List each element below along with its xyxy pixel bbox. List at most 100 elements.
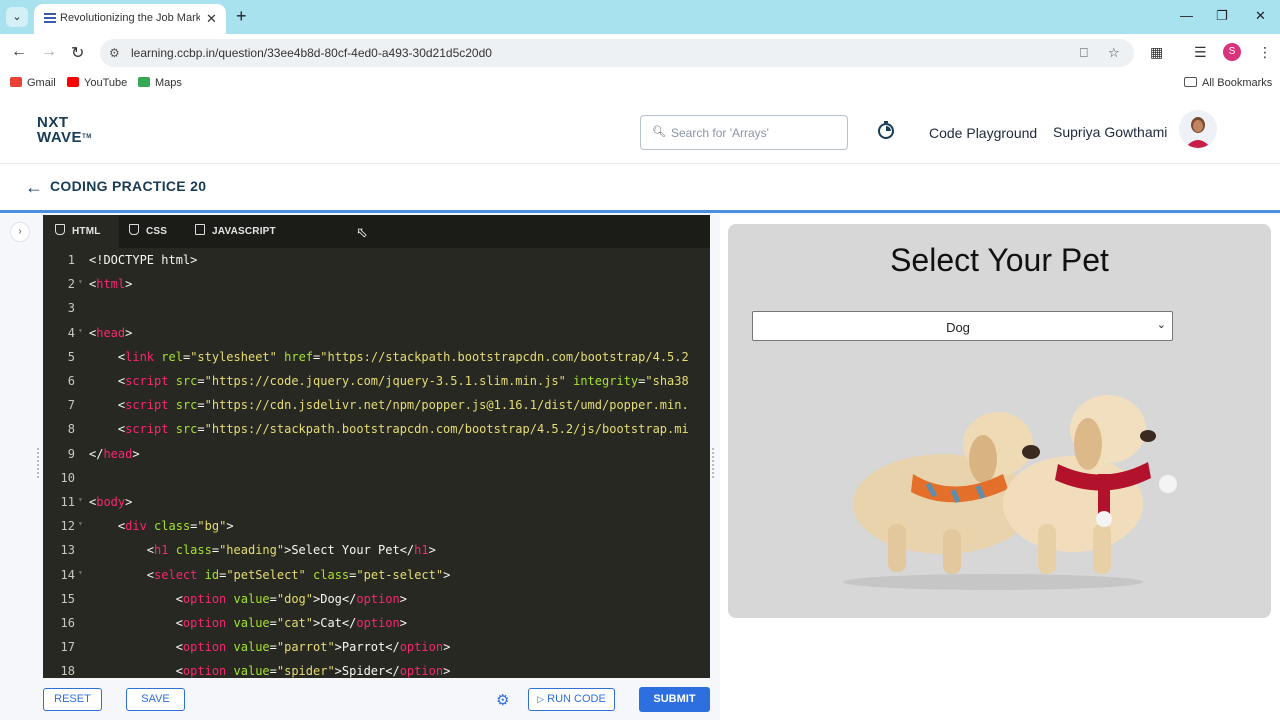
code-text: <head> — [89, 325, 133, 340]
settings-gear-icon[interactable]: ⚙ — [496, 691, 509, 709]
code-line[interactable]: 16 <option value="cat">Cat</option> — [43, 616, 710, 640]
code-line[interactable]: 10 — [43, 471, 710, 495]
back-icon[interactable]: ← — [11, 43, 27, 61]
line-number: 1 — [67, 253, 75, 267]
close-tab-icon[interactable]: ✕ — [206, 11, 217, 27]
reset-button[interactable]: RESET — [43, 688, 102, 711]
code-line[interactable]: 1 <!DOCTYPE html> — [43, 253, 710, 277]
code-playground-link[interactable]: Code Playground — [929, 125, 1037, 141]
restore-icon[interactable]: ❐ — [1216, 8, 1228, 24]
line-number: 14 — [60, 567, 75, 582]
code-line[interactable]: 6 <script src="https://code.jquery.com/j… — [43, 374, 710, 398]
line-number: 6 — [67, 374, 75, 388]
address-bar[interactable]: ⚙ learning.ccbp.in/question/33ee4b8d-80c… — [100, 39, 1134, 67]
submit-button[interactable]: SUBMIT — [639, 687, 710, 712]
code-line[interactable]: 11 ▾ <body> — [43, 495, 710, 519]
close-window-icon[interactable]: ✕ — [1255, 8, 1266, 24]
play-icon: ▷ — [537, 694, 545, 704]
code-text: <h1 class="heading">Select Your Pet</h1> — [89, 543, 436, 558]
left-drag-handle[interactable] — [37, 448, 40, 478]
user-avatar[interactable] — [1179, 110, 1217, 148]
javascript-file-icon — [195, 224, 205, 235]
code-text: <option value="dog">Dog</option> — [89, 591, 407, 606]
fold-toggle-icon[interactable]: ▾ — [78, 519, 83, 528]
code-area[interactable]: 1 <!DOCTYPE html> 2 ▾ <html> 3 4 ▾ <head> 5 <link… — [43, 248, 710, 678]
splitter-drag-handle[interactable] — [712, 448, 715, 478]
search-placeholder: Search for 'Arrays' — [671, 126, 769, 140]
line-number: 9 — [67, 446, 75, 461]
search-icon: 🔍︎ — [652, 126, 666, 138]
fold-toggle-icon[interactable]: ▾ — [78, 495, 83, 504]
output-panel: Select Your Pet Dog ⌄ — [720, 215, 1280, 720]
code-line[interactable]: 13 <h1 class="heading">Select Your Pet</… — [43, 543, 710, 567]
code-line[interactable]: 2 ▾ <html> — [43, 277, 710, 301]
code-line[interactable]: 9 </head> — [43, 447, 710, 471]
save-button[interactable]: SAVE — [126, 688, 185, 711]
tab-javascript[interactable]: JAVASCRIPT — [195, 215, 295, 248]
code-text: <body> — [89, 495, 133, 509]
code-line[interactable]: 17 <option value="parrot">Parrot</option… — [43, 640, 710, 664]
code-line[interactable]: 3 — [43, 301, 710, 325]
tab-search-chevron-icon[interactable]: ⌄ — [6, 7, 28, 27]
code-editor[interactable]: HTML CSS JAVASCRIPT ⬁ 1 <!DOCTYPE html> 2 ▾… — [43, 215, 710, 678]
browser-tab[interactable]: Revolutionizing the Job Market ✕ — [34, 4, 226, 34]
nxtwave-logo[interactable]: NXT WAVETM — [37, 115, 92, 145]
expand-panel-chevron-icon[interactable]: › — [10, 222, 30, 242]
site-info-icon[interactable]: ⚙ — [109, 46, 120, 60]
bookmark-youtube[interactable]: YouTube — [67, 77, 127, 89]
code-text: <link rel="stylesheet" href="https://sta… — [89, 349, 689, 364]
forward-icon[interactable]: → — [41, 43, 57, 61]
code-line[interactable]: 7 <script src="https://cdn.jsdelivr.net/… — [43, 398, 710, 422]
editor-action-bar: RESET SAVE ⚙ ▷ RUN CODE SUBMIT — [43, 680, 710, 716]
editor-tabs: HTML CSS JAVASCRIPT ⬁ — [43, 215, 710, 248]
install-app-icon[interactable]: ⎕ — [1080, 45, 1088, 61]
new-tab-plus-icon[interactable]: + — [236, 6, 247, 26]
line-number: 13 — [60, 543, 75, 558]
tab-html[interactable]: HTML — [43, 215, 119, 248]
bookmark-star-icon[interactable]: ☆ — [1108, 45, 1120, 61]
browser-tabstrip: ⌄ Revolutionizing the Job Market ✕ + — ❐… — [0, 0, 1280, 34]
search-input[interactable]: 🔍︎ Search for 'Arrays' — [640, 115, 848, 150]
all-bookmarks[interactable]: All Bookmarks — [1184, 77, 1272, 89]
fold-toggle-icon[interactable]: ▾ — [78, 326, 83, 335]
reload-icon[interactable]: ↻ — [71, 43, 84, 63]
line-number: 8 — [67, 422, 75, 437]
line-number: 18 — [60, 664, 75, 678]
url-text: learning.ccbp.in/question/33ee4b8d-80cf-… — [131, 46, 492, 60]
extensions-icon[interactable]: ▦ — [1150, 44, 1163, 61]
profile-avatar[interactable]: S — [1223, 43, 1241, 61]
chevron-down-icon: ⌄ — [1156, 319, 1166, 331]
code-line[interactable]: 12 ▾ <div class="bg"> — [43, 519, 710, 543]
line-number: 5 — [67, 349, 75, 364]
code-text: <select id="petSelect" class="pet-select… — [89, 567, 451, 582]
line-number: 7 — [67, 398, 75, 413]
bookmark-maps[interactable]: Maps — [138, 77, 182, 89]
gmail-icon — [10, 77, 22, 87]
code-line[interactable]: 14 ▾ <select id="petSelect" class="pet-se… — [43, 568, 710, 592]
code-line[interactable]: 15 <option value="dog">Dog</option> — [43, 592, 710, 616]
tab-title: Revolutionizing the Job Market — [60, 12, 200, 24]
bookmark-gmail[interactable]: Gmail — [10, 77, 56, 89]
youtube-icon — [67, 77, 79, 87]
run-code-button[interactable]: ▷ RUN CODE — [528, 688, 615, 711]
line-number: 3 — [67, 301, 75, 316]
practice-title: CODING PRACTICE 20 — [50, 178, 207, 194]
back-arrow-icon[interactable]: ← — [25, 177, 43, 198]
media-controls-icon[interactable]: ☰ — [1194, 44, 1207, 61]
site-header: NXT WAVETM 🔍︎ Search for 'Arrays' Code P… — [0, 96, 1280, 164]
line-number: 15 — [60, 591, 75, 606]
code-line[interactable]: 18 <option value="spider">Spider</option… — [43, 664, 710, 678]
fold-toggle-icon[interactable]: ▾ — [78, 568, 83, 577]
code-line[interactable]: 8 <script src="https://stackpath.bootstr… — [43, 422, 710, 446]
pet-select-value: Dog — [946, 320, 970, 335]
code-line[interactable]: 4 ▾ <head> — [43, 326, 710, 350]
minimize-icon[interactable]: — — [1180, 8, 1193, 23]
preview-heading: Select Your Pet — [890, 242, 1109, 278]
menu-kebab-icon[interactable]: ⋮ — [1258, 44, 1272, 61]
timer-icon[interactable] — [876, 120, 896, 140]
pet-select[interactable]: Dog ⌄ — [752, 311, 1173, 341]
tab-css[interactable]: CSS — [129, 215, 189, 248]
username[interactable]: Supriya Gowthami — [1053, 124, 1167, 140]
code-line[interactable]: 5 <link rel="stylesheet" href="https://s… — [43, 350, 710, 374]
fold-toggle-icon[interactable]: ▾ — [78, 277, 83, 286]
